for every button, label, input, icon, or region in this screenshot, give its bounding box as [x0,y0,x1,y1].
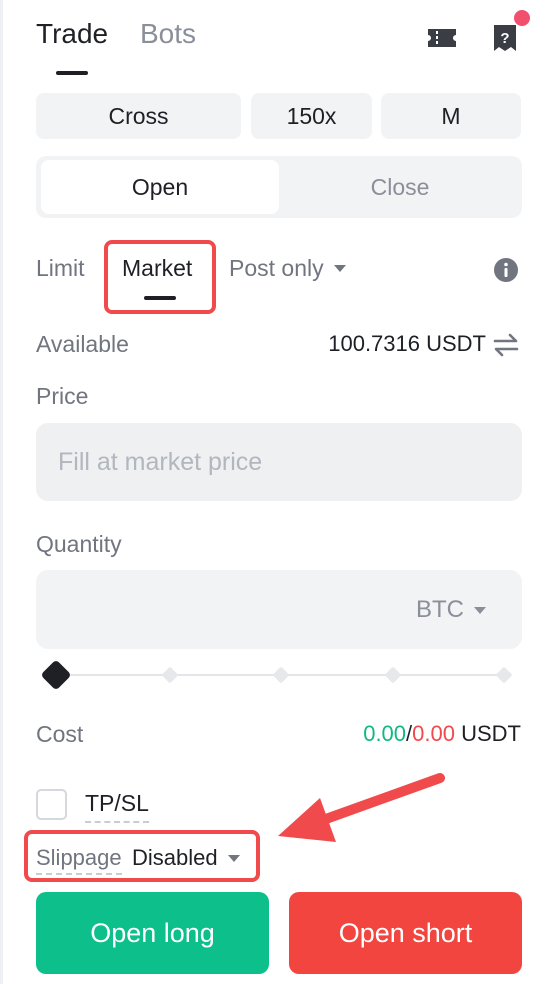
asset-mode-button[interactable]: M [381,93,521,139]
tab-bots[interactable]: Bots [140,18,196,50]
cost-long-value: 0.00 [363,721,407,746]
quantity-unit-select[interactable]: BTC [416,596,486,624]
cost-unit: USDT [461,721,521,746]
quantity-label: Quantity [36,531,122,557]
ticket-icon[interactable] [426,24,458,52]
slippage-select[interactable]: Disabled [132,845,240,871]
open-long-button[interactable]: Open long [36,892,269,974]
cost-short-value: 0.00 [412,721,455,746]
close-tab[interactable]: Close [282,160,518,214]
quantity-input[interactable] [36,570,396,649]
svg-text:?: ? [500,30,509,47]
caret-down-icon [333,265,346,272]
info-icon[interactable] [493,257,519,283]
slider-node-75[interactable] [384,666,402,684]
tpsl-checkbox[interactable] [36,789,67,820]
panel-left-border [0,0,3,984]
notification-dot [514,10,530,26]
available-value: 100.7316 USDT [328,331,486,356]
tab-trade[interactable]: Trade [36,18,108,50]
cost-label: Cost [36,721,84,747]
help-icon[interactable]: ? [490,22,520,54]
margin-mode-button[interactable]: Cross [36,93,241,139]
leverage-button[interactable]: 150x [251,93,372,139]
order-type-limit[interactable]: Limit [36,255,85,282]
slider-node-50[interactable] [272,666,290,684]
open-tab[interactable]: Open [41,160,279,214]
price-input[interactable] [36,423,522,501]
annotation-arrow-icon [272,770,452,850]
open-short-button[interactable]: Open short [289,892,522,974]
post-only-label: Post only [229,255,324,281]
transfer-icon[interactable] [492,332,520,358]
active-tab-indicator [56,71,88,75]
slippage-value: Disabled [132,845,218,870]
quantity-slider-thumb[interactable] [40,659,72,691]
order-type-post-only[interactable]: Post only [229,255,346,282]
slider-node-25[interactable] [161,666,179,684]
available-label: Available [36,331,129,357]
market-highlight-box [104,240,216,314]
quantity-unit-label: BTC [416,596,464,623]
caret-down-icon [474,606,486,614]
slider-node-100[interactable] [495,666,513,684]
tpsl-label[interactable]: TP/SL [85,790,149,823]
caret-down-icon [227,854,240,862]
cost-value: 0.00/0.00 USDT [363,721,521,747]
slippage-label: Slippage [36,845,122,875]
price-label: Price [36,383,89,409]
